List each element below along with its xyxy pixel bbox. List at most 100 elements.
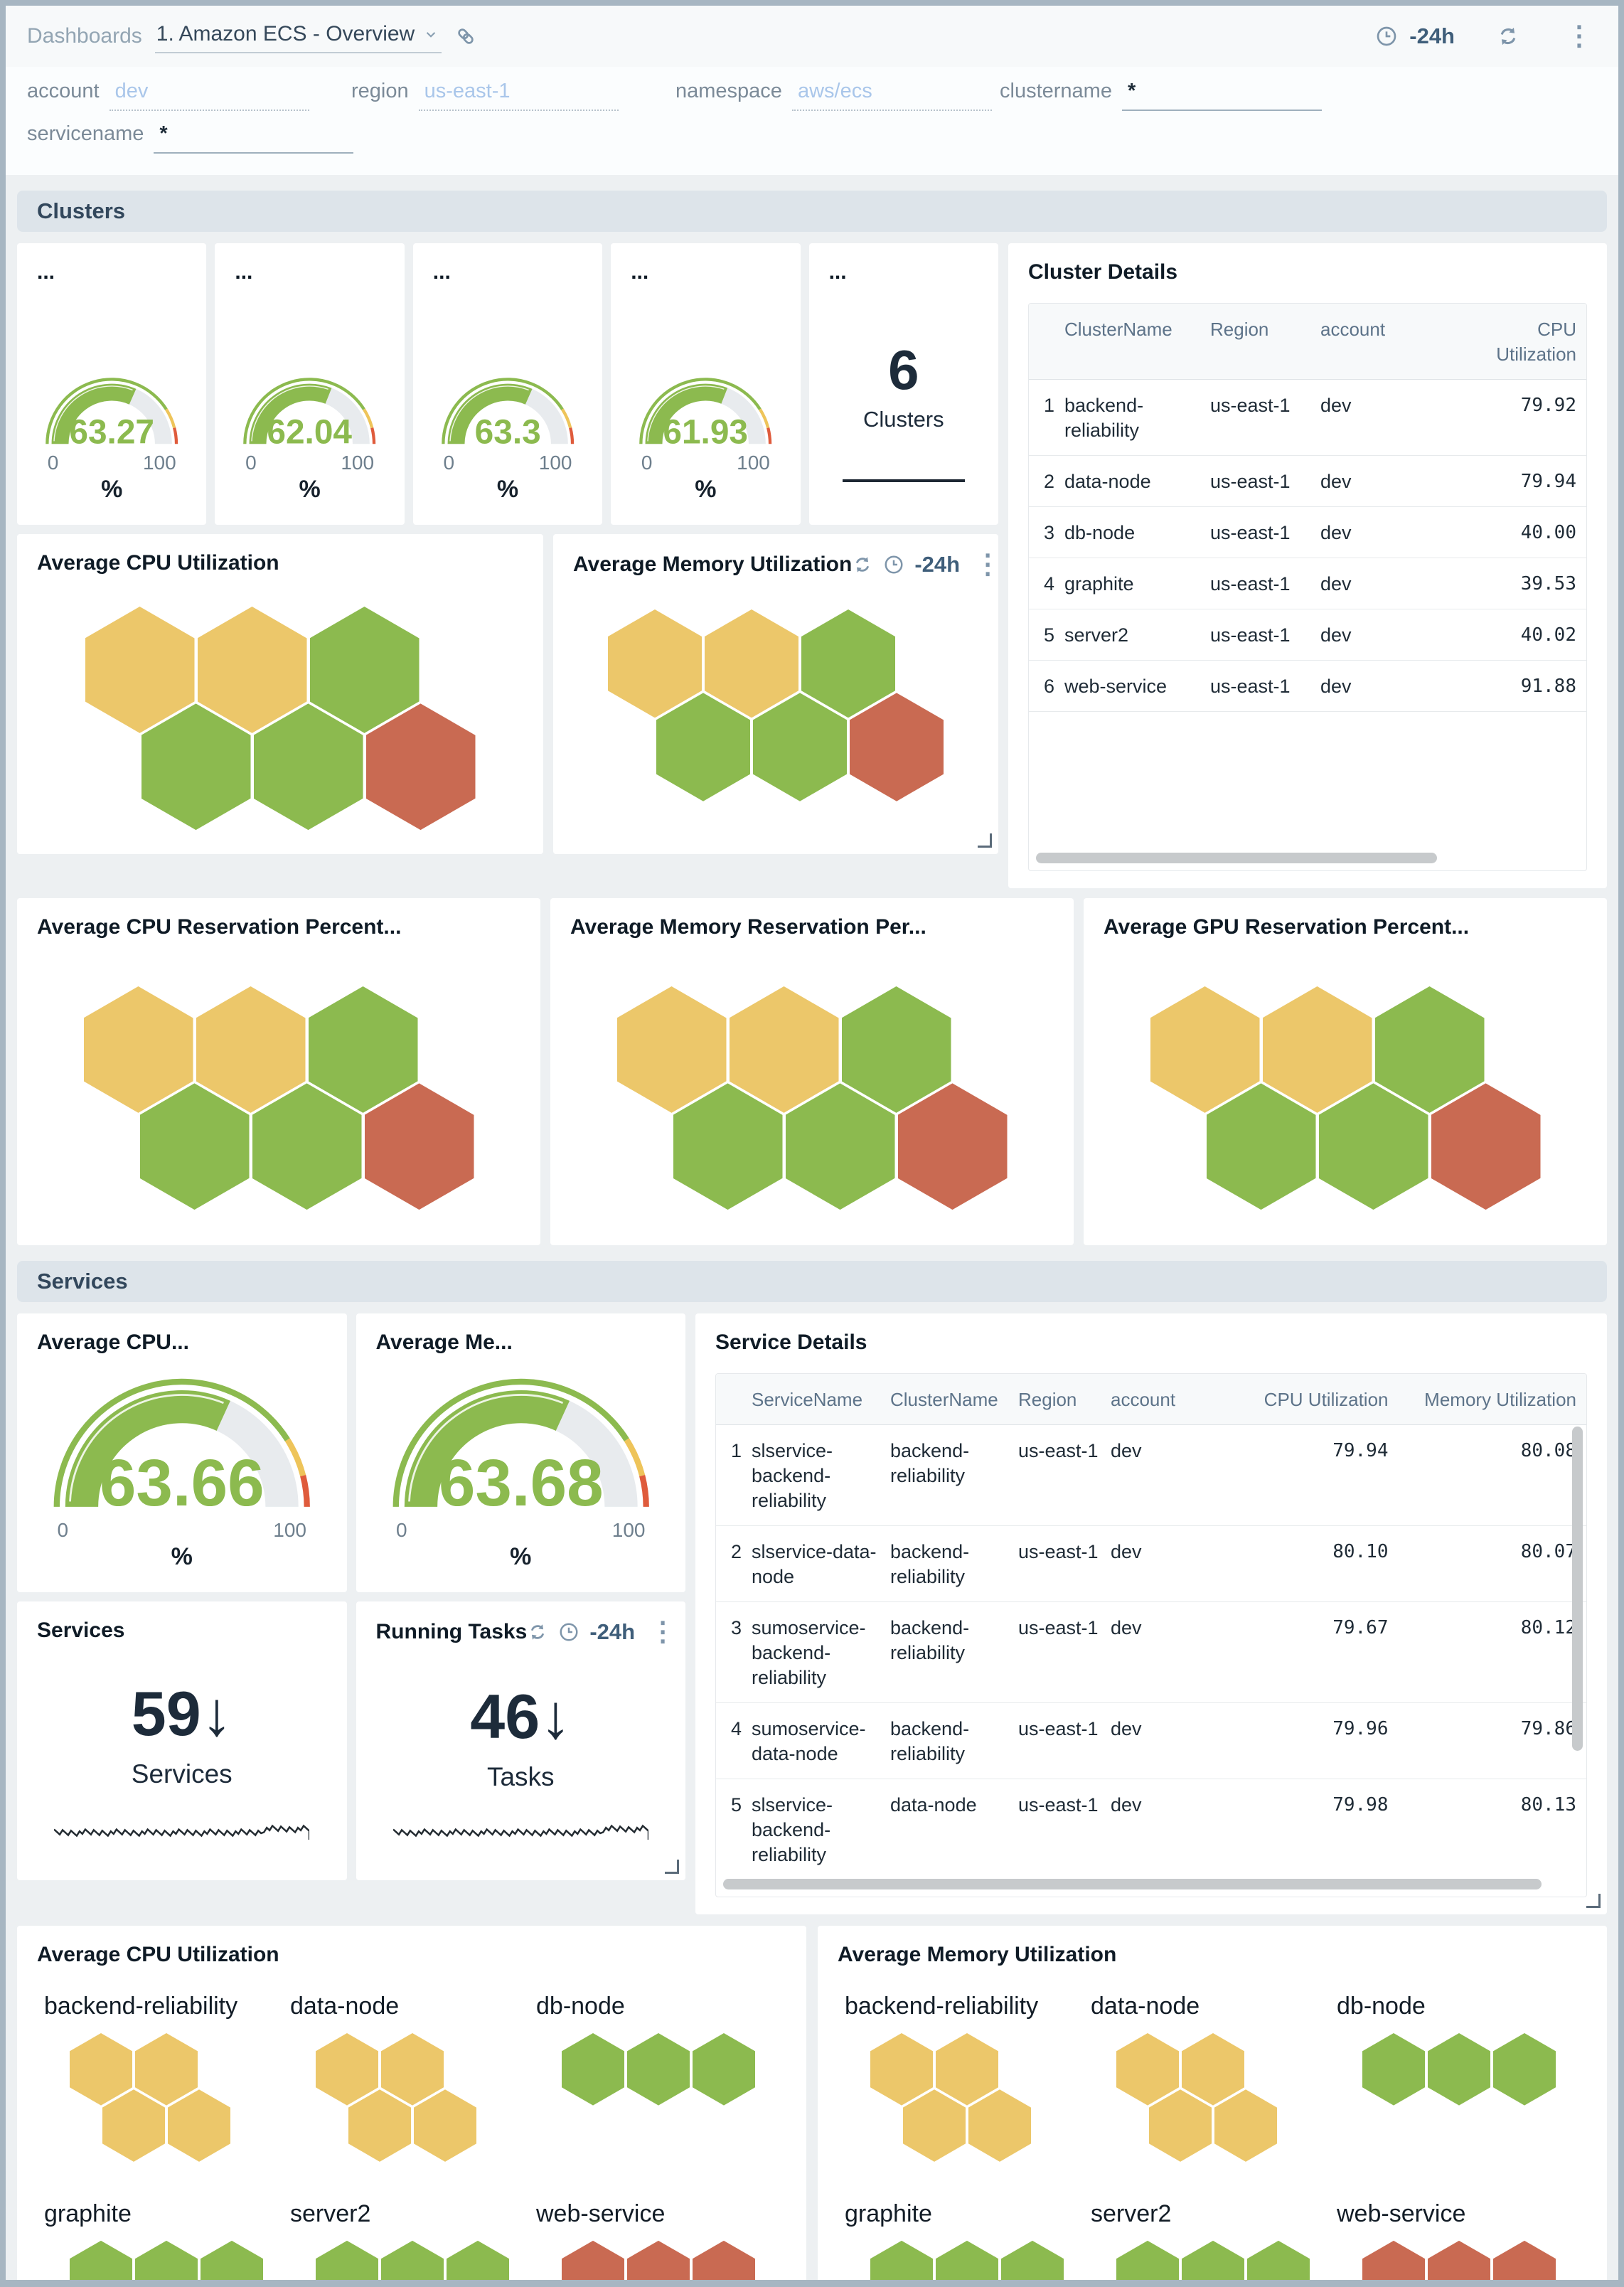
column-header[interactable]: ClusterName: [890, 1374, 1018, 1424]
table-row[interactable]: 4sumoservice-data-nodebackend-reliabilit…: [716, 1703, 1586, 1779]
hex-cell-yellow[interactable]: [348, 2089, 411, 2162]
hex-cell-yellow[interactable]: [1116, 2033, 1179, 2106]
hex-cell-green[interactable]: [381, 2241, 444, 2280]
kebab-menu-icon[interactable]: ⋮: [970, 551, 998, 578]
hex-cell-yellow[interactable]: [608, 609, 702, 718]
refresh-icon[interactable]: [1496, 24, 1520, 48]
clock-icon[interactable]: [883, 554, 904, 575]
hex-cell-green[interactable]: [870, 2241, 933, 2280]
hex-cell-yellow[interactable]: [381, 2033, 444, 2106]
hex-cell-green[interactable]: [1428, 2033, 1490, 2106]
hex-cell-green[interactable]: [1001, 2241, 1064, 2280]
column-header[interactable]: account: [1320, 304, 1466, 354]
hex-cell-green[interactable]: [201, 2241, 263, 2280]
resize-handle[interactable]: [978, 833, 992, 848]
hex-cell-green[interactable]: [801, 609, 895, 718]
table-row[interactable]: 2data-nodeus-east-1dev79.94: [1029, 456, 1586, 507]
filter-servicename[interactable]: servicename *: [27, 121, 351, 154]
kebab-menu-icon[interactable]: ⋮: [1561, 23, 1597, 50]
filter-namespace[interactable]: namespace aws/ecs: [675, 78, 1000, 111]
hex-cell-green[interactable]: [753, 693, 847, 801]
filter-region[interactable]: region us-east-1: [351, 78, 675, 111]
column-header[interactable]: Region: [1018, 1374, 1111, 1424]
filter-value[interactable]: dev: [109, 78, 309, 111]
table-row[interactable]: 1backend-reliabilityus-east-1dev79.92: [1029, 380, 1586, 456]
hex-cell-green[interactable]: [656, 693, 750, 801]
hex-cell-yellow[interactable]: [705, 609, 798, 718]
hex-cell-red[interactable]: [1428, 2241, 1490, 2280]
hex-cell-yellow[interactable]: [102, 2089, 165, 2162]
hex-cell-green[interactable]: [135, 2241, 198, 2280]
table-row[interactable]: 5server2us-east-1dev40.02: [1029, 609, 1586, 661]
column-header[interactable]: Memory Utilization: [1399, 1374, 1587, 1424]
hex-cell-green[interactable]: [1182, 2241, 1244, 2280]
hex-cell-green[interactable]: [1493, 2033, 1556, 2106]
hex-cell-yellow[interactable]: [414, 2089, 476, 2162]
filter-account[interactable]: account dev: [27, 78, 351, 111]
hex-cell-green[interactable]: [1116, 2241, 1179, 2280]
link-icon[interactable]: [454, 25, 477, 48]
hex-cell-red[interactable]: [1493, 2241, 1556, 2280]
column-header[interactable]: CPU Utilization: [1210, 1374, 1399, 1424]
hex-cell-yellow[interactable]: [316, 2033, 378, 2106]
filter-value[interactable]: us-east-1: [419, 78, 619, 111]
hex-cell-green[interactable]: [1247, 2241, 1310, 2280]
refresh-icon[interactable]: [527, 1621, 548, 1643]
horizontal-scrollbar[interactable]: [723, 1879, 1542, 1889]
filter-clustername[interactable]: clustername *: [1000, 78, 1324, 111]
time-range[interactable]: -24h: [589, 1619, 635, 1645]
clock-icon[interactable]: [558, 1621, 579, 1643]
hex-cell-yellow[interactable]: [70, 2033, 132, 2106]
resize-handle[interactable]: [1586, 1894, 1601, 1908]
table-row[interactable]: 3db-nodeus-east-1dev40.00: [1029, 507, 1586, 558]
time-range[interactable]: -24h: [1409, 23, 1455, 49]
hex-cell-red[interactable]: [850, 693, 944, 801]
hex-cell-green[interactable]: [70, 2241, 132, 2280]
hex-cell-yellow[interactable]: [936, 2033, 998, 2106]
hex-cell-red[interactable]: [562, 2241, 624, 2280]
column-header[interactable]: ClusterName: [1064, 304, 1210, 354]
hex-cell-green[interactable]: [316, 2241, 378, 2280]
hex-cell-green[interactable]: [936, 2241, 998, 2280]
hex-cell-yellow[interactable]: [870, 2033, 933, 2106]
hex-cell-yellow[interactable]: [135, 2033, 198, 2106]
table-row[interactable]: 4graphiteus-east-1dev39.53: [1029, 558, 1586, 609]
clock-icon[interactable]: [1375, 25, 1398, 48]
table-row[interactable]: 2slservice-data-nodebackend-reliabilityu…: [716, 1526, 1586, 1602]
section-services[interactable]: Services: [17, 1261, 1607, 1302]
vertical-scrollbar[interactable]: [1572, 1427, 1583, 1751]
page-title[interactable]: 1. Amazon ECS - Overview: [156, 22, 415, 46]
column-header[interactable]: Region: [1210, 304, 1320, 354]
table-row[interactable]: 3sumoservice-backend-reliabilitybackend-…: [716, 1602, 1586, 1703]
dashboard-title-dropdown[interactable]: 1. Amazon ECS - Overview: [155, 19, 442, 53]
filter-value[interactable]: *: [1122, 78, 1322, 111]
table-row[interactable]: 6web-serviceus-east-1dev91.88: [1029, 661, 1586, 712]
hex-cell-green[interactable]: [627, 2033, 690, 2106]
hex-cell-yellow[interactable]: [1214, 2089, 1277, 2162]
hex-cell-green[interactable]: [447, 2241, 509, 2280]
hex-cell-yellow[interactable]: [968, 2089, 1031, 2162]
kebab-menu-icon[interactable]: ⋮: [645, 1619, 680, 1646]
chevron-down-icon[interactable]: [422, 25, 440, 43]
hex-cell-green[interactable]: [1362, 2033, 1425, 2106]
column-header[interactable]: account: [1111, 1374, 1210, 1424]
refresh-icon[interactable]: [852, 554, 873, 575]
table-row[interactable]: 1slservice-backend-reliabilitybackend-re…: [716, 1425, 1586, 1526]
filter-value[interactable]: aws/ecs: [792, 78, 992, 111]
column-header[interactable]: ServiceName: [752, 1374, 890, 1424]
hex-cell-green[interactable]: [562, 2033, 624, 2106]
section-clusters[interactable]: Clusters: [17, 191, 1607, 232]
horizontal-scrollbar[interactable]: [1036, 853, 1437, 863]
breadcrumb[interactable]: Dashboards: [27, 24, 142, 48]
column-header[interactable]: CPU Utilization: [1466, 304, 1586, 379]
hex-cell-yellow[interactable]: [168, 2089, 230, 2162]
table-row[interactable]: 5slservice-backend-reliabilitydata-nodeu…: [716, 1779, 1586, 1873]
hex-cell-red[interactable]: [693, 2241, 755, 2280]
hex-cell-red[interactable]: [627, 2241, 690, 2280]
time-range[interactable]: -24h: [914, 552, 960, 577]
hex-cell-red[interactable]: [1362, 2241, 1425, 2280]
resize-handle[interactable]: [665, 1860, 679, 1874]
hex-cell-yellow[interactable]: [1149, 2089, 1212, 2162]
hex-cell-green[interactable]: [693, 2033, 755, 2106]
hex-cell-yellow[interactable]: [1182, 2033, 1244, 2106]
